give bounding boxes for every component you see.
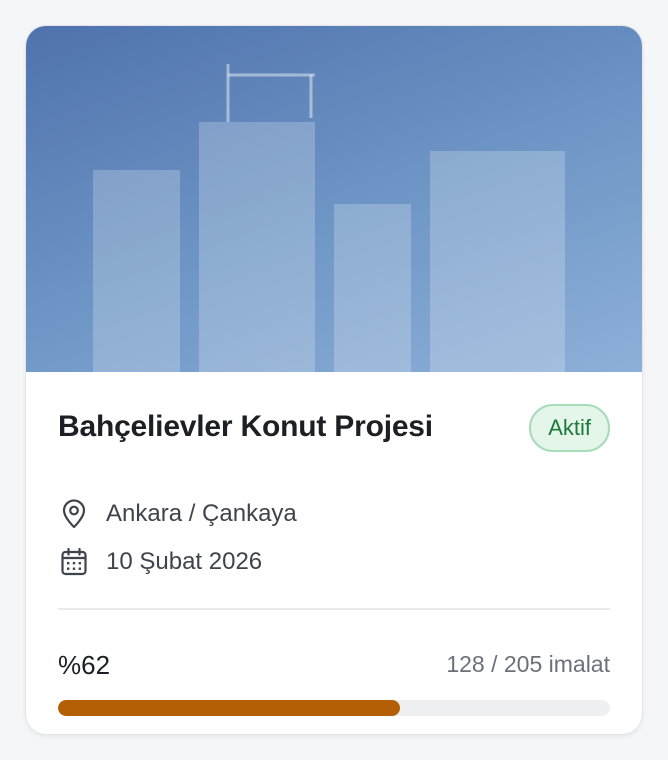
- buildings-illustration: [93, 64, 565, 372]
- project-title: Bahçelievler Konut Projesi: [58, 410, 433, 443]
- progress-bar-fill: [58, 700, 401, 716]
- status-badge: Aktif: [529, 404, 610, 452]
- map-pin-icon: [58, 498, 90, 530]
- project-location: Ankara / Çankaya: [58, 498, 297, 530]
- date-text: 10 Şubat 2026: [106, 548, 263, 575]
- progress-percent: %62: [58, 650, 111, 680]
- calendar-icon: [58, 546, 90, 578]
- divider: [58, 608, 610, 610]
- crane-shape: [226, 64, 315, 122]
- building-shape: [93, 170, 180, 372]
- project-date: 10 Şubat 2026: [58, 546, 262, 578]
- location-text: Ankara / Çankaya: [106, 500, 297, 527]
- building-shape: [199, 122, 315, 372]
- project-card[interactable]: Bahçelievler Konut Projesi Aktif Ankara …: [26, 26, 642, 734]
- building-shape: [334, 204, 411, 372]
- progress-bar: [58, 700, 610, 716]
- building-shape: [430, 151, 565, 372]
- progress-count: 128 / 205 imalat: [446, 651, 610, 677]
- project-cover-image: [26, 26, 642, 372]
